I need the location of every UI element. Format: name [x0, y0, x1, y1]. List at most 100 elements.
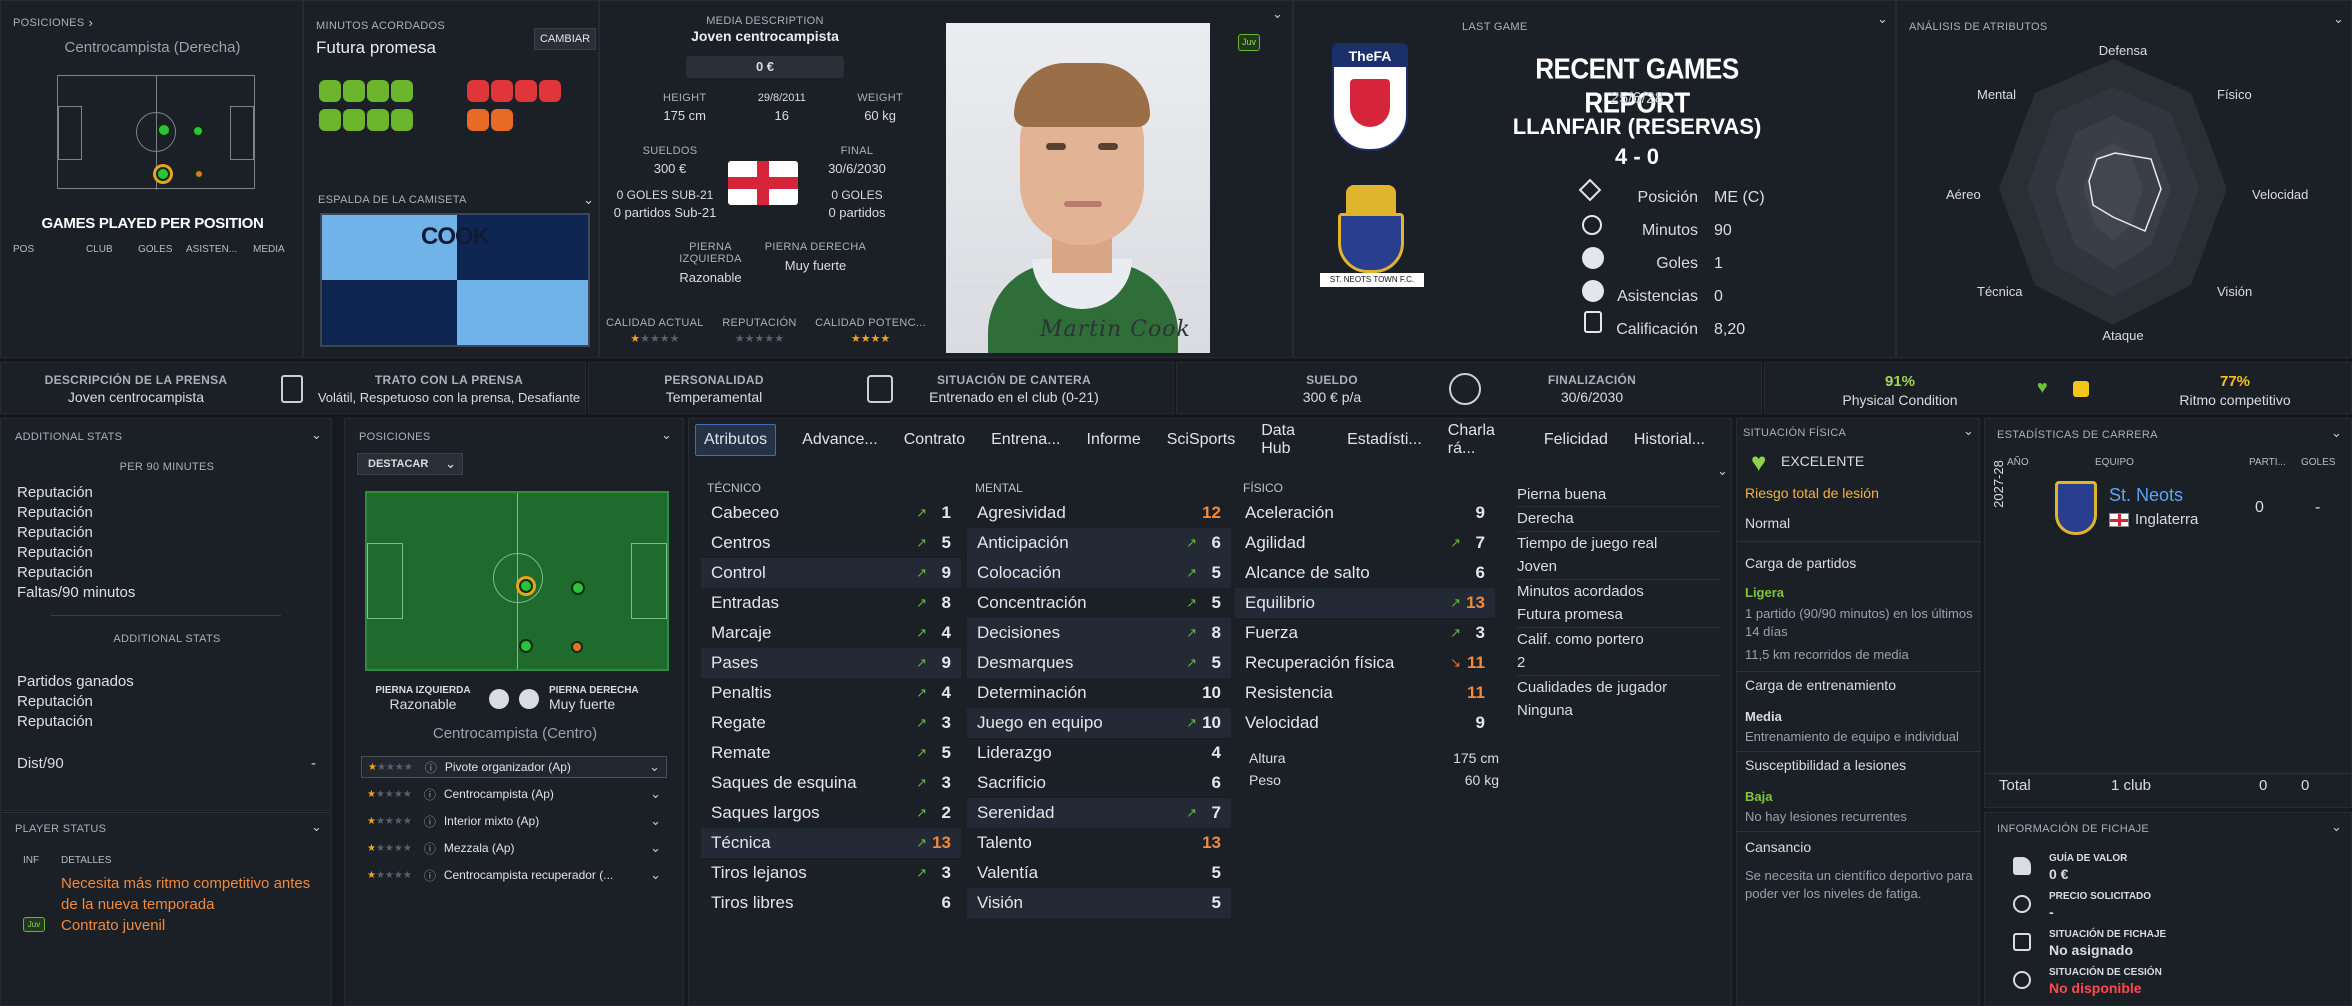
- info-icon[interactable]: ⓘ: [424, 840, 436, 857]
- attr-name[interactable]: Talento: [977, 833, 1032, 853]
- trait-icon[interactable]: [319, 109, 341, 131]
- attr-name[interactable]: Pases: [711, 653, 758, 673]
- attr-name[interactable]: Juego en equipo: [977, 713, 1103, 733]
- attr-name[interactable]: Aceleración: [1245, 503, 1334, 523]
- info-icon[interactable]: ⓘ: [424, 813, 436, 830]
- attr-name[interactable]: Alcance de salto: [1245, 563, 1370, 583]
- attr-name[interactable]: Velocidad: [1245, 713, 1319, 733]
- chevron-down-icon[interactable]: ⌄: [650, 786, 661, 802]
- position-dot-current[interactable]: [156, 167, 170, 181]
- position-dot-dm[interactable]: [194, 169, 204, 179]
- chevron-down-icon[interactable]: ⌄: [2333, 11, 2344, 27]
- info-icon[interactable]: ⓘ: [425, 759, 437, 776]
- attr-name[interactable]: Agresividad: [977, 503, 1066, 523]
- attr-name[interactable]: Concentración: [977, 593, 1087, 613]
- trait-icon[interactable]: [467, 80, 489, 102]
- attr-name[interactable]: Tiros lejanos: [711, 863, 807, 883]
- chevron-down-icon[interactable]: ⌄: [650, 840, 661, 856]
- attr-name[interactable]: Saques de esquina: [711, 773, 857, 793]
- attr-name[interactable]: Resistencia: [1245, 683, 1333, 703]
- tab-felicidad[interactable]: Felicidad: [1544, 431, 1608, 449]
- tab-informe[interactable]: Informe: [1087, 431, 1141, 449]
- attr-name[interactable]: Liderazgo: [977, 743, 1052, 763]
- chevron-down-icon[interactable]: ⌄: [2331, 819, 2342, 835]
- chevron-down-icon[interactable]: ⌄: [1963, 423, 1974, 439]
- info-icon[interactable]: ⓘ: [424, 867, 436, 884]
- attr-name[interactable]: Saques largos: [711, 803, 820, 823]
- tab-contrato[interactable]: Contrato: [904, 431, 965, 449]
- attr-name[interactable]: Equilibrio: [1245, 593, 1315, 613]
- attr-name[interactable]: Tiros libres: [711, 893, 794, 913]
- chevron-down-icon[interactable]: ⌄: [661, 427, 672, 443]
- role-row[interactable]: ★ ★★★★ ⓘ Centrocampista (Ap) ⌄: [361, 783, 667, 805]
- trait-icon[interactable]: [467, 109, 489, 131]
- role-row[interactable]: ★ ★★★★ ⓘ Interior mixto (Ap) ⌄: [361, 810, 667, 832]
- tab-estadisticas[interactable]: Estadísti...: [1347, 431, 1422, 449]
- trait-icon[interactable]: [491, 80, 513, 102]
- reputacion[interactable]: REPUTACIÓN ★★★★★: [722, 317, 796, 345]
- trait-icon[interactable]: [491, 109, 513, 131]
- attr-name[interactable]: Marcaje: [711, 623, 771, 643]
- trait-icon[interactable]: [391, 109, 413, 131]
- pitch-dot-dr[interactable]: [571, 641, 583, 653]
- tab-data-hub[interactable]: Data Hub: [1261, 422, 1321, 458]
- attr-name[interactable]: Desmarques: [977, 653, 1073, 673]
- attr-name[interactable]: Valentía: [977, 863, 1038, 883]
- attr-name[interactable]: Regate: [711, 713, 766, 733]
- destacar-dropdown[interactable]: DESTACAR ⌄: [357, 453, 463, 475]
- attr-name[interactable]: Sacrificio: [977, 773, 1046, 793]
- trait-icon[interactable]: [539, 80, 561, 102]
- cambiar-button[interactable]: CAMBIAR: [534, 28, 596, 50]
- info-icon[interactable]: ⓘ: [424, 786, 436, 803]
- trait-icon[interactable]: [391, 80, 413, 102]
- chevron-down-icon[interactable]: ⌄: [1272, 6, 1283, 22]
- chevron-down-icon[interactable]: ⌄: [650, 813, 661, 829]
- calidad-actual[interactable]: CALIDAD ACTUAL ★★★★★: [606, 317, 704, 345]
- attr-name[interactable]: Cabeceo: [711, 503, 779, 523]
- calidad-potencial[interactable]: CALIDAD POTENC... ★★★★: [815, 317, 926, 345]
- attr-name[interactable]: Serenidad: [977, 803, 1055, 823]
- trait-icon[interactable]: [343, 109, 365, 131]
- posiciones-link[interactable]: POSICIONES ›: [13, 15, 93, 30]
- pitch-dot-mc[interactable]: [519, 579, 533, 593]
- attr-name[interactable]: Decisiones: [977, 623, 1060, 643]
- attr-name[interactable]: Penaltis: [711, 683, 771, 703]
- tab-atributos[interactable]: Atributos: [695, 424, 777, 456]
- role-row[interactable]: ★ ★★★★ ⓘ Mezzala (Ap) ⌄: [361, 837, 667, 859]
- attr-name[interactable]: Remate: [711, 743, 771, 763]
- trait-icon[interactable]: [343, 80, 365, 102]
- attr-name[interactable]: Entradas: [711, 593, 779, 613]
- attr-name[interactable]: Control: [711, 563, 766, 583]
- attr-name[interactable]: Colocación: [977, 563, 1061, 583]
- tab-historial[interactable]: Historial...: [1634, 431, 1705, 449]
- attr-name[interactable]: Técnica: [711, 833, 771, 853]
- pitch-dot-dm[interactable]: [519, 639, 533, 653]
- chevron-down-icon[interactable]: ⌄: [650, 867, 661, 883]
- club-link[interactable]: St. Neots: [2109, 485, 2183, 506]
- role-row[interactable]: ★ ★★★★ ⓘ Centrocampista recuperador (... …: [361, 864, 667, 886]
- attr-name[interactable]: Agilidad: [1245, 533, 1306, 553]
- trait-icon[interactable]: [515, 80, 537, 102]
- chevron-down-icon[interactable]: ⌄: [1877, 11, 1888, 27]
- trait-icon[interactable]: [367, 109, 389, 131]
- position-dot-mc[interactable]: [157, 123, 171, 137]
- pitch-dot-mr[interactable]: [571, 581, 585, 595]
- attr-name[interactable]: Determinación: [977, 683, 1087, 703]
- chevron-down-icon[interactable]: ⌄: [649, 759, 660, 775]
- attr-name[interactable]: Centros: [711, 533, 771, 553]
- tab-entrenamiento[interactable]: Entrena...: [991, 431, 1060, 449]
- trait-icon[interactable]: [367, 80, 389, 102]
- trait-icon[interactable]: [319, 80, 341, 102]
- attr-name[interactable]: Visión: [977, 893, 1023, 913]
- chevron-down-icon[interactable]: ⌄: [311, 819, 322, 835]
- attr-name[interactable]: Fuerza: [1245, 623, 1298, 643]
- tab-charla[interactable]: Charla rá...: [1448, 422, 1518, 458]
- role-row[interactable]: ★ ★★★★ ⓘ Pivote organizador (Ap) ⌄: [361, 756, 667, 778]
- position-dot-mr[interactable]: [192, 125, 204, 137]
- attr-name[interactable]: Anticipación: [977, 533, 1069, 553]
- tab-advanced[interactable]: Advance...: [802, 431, 878, 449]
- tab-scisports[interactable]: SciSports: [1167, 431, 1235, 449]
- chevron-down-icon[interactable]: ⌄: [311, 427, 322, 443]
- chevron-down-icon[interactable]: ⌄: [1717, 463, 1728, 479]
- chevron-down-icon[interactable]: ⌄: [2331, 425, 2342, 441]
